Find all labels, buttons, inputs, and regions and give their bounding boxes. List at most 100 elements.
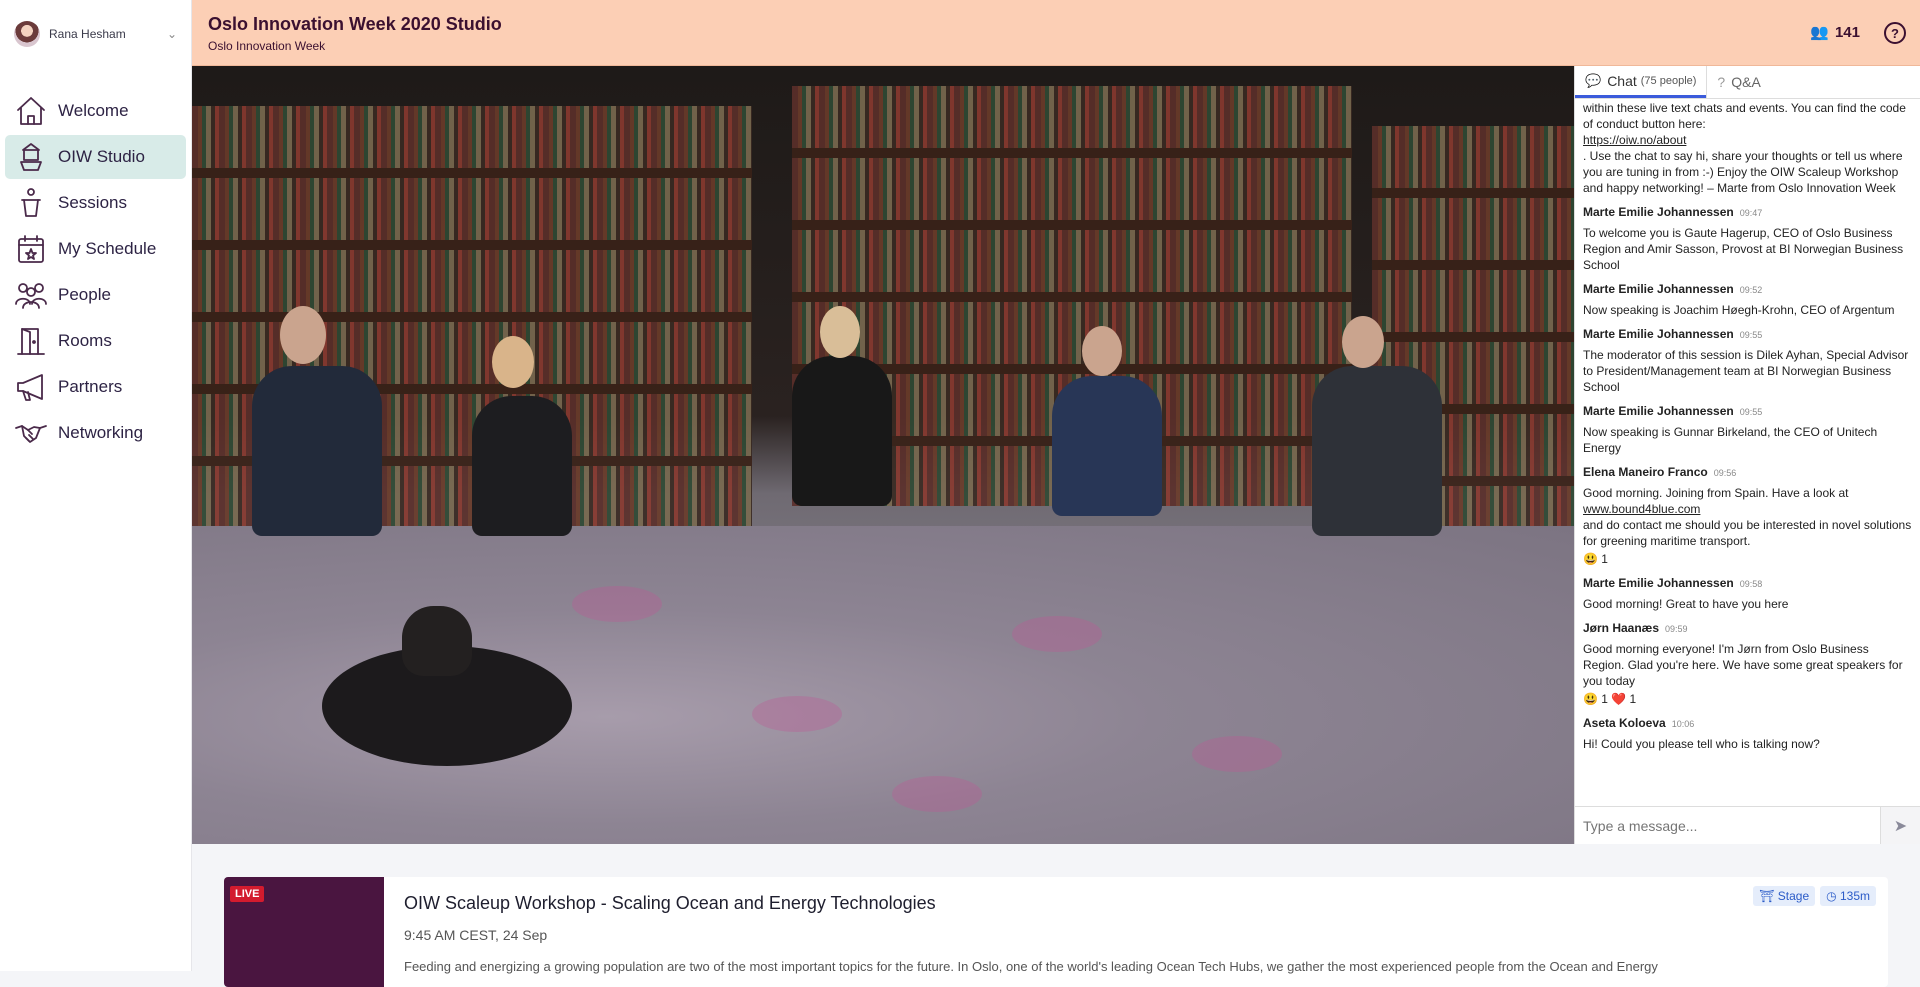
nav-item-people[interactable]: People xyxy=(5,273,186,317)
message-text: and do contact me should you be interest… xyxy=(1583,518,1912,548)
message-text: Hi! Could you please tell who is talking… xyxy=(1583,737,1820,751)
megaphone-icon xyxy=(13,369,49,405)
attendee-count[interactable]: 👥 141 xyxy=(1810,23,1860,42)
handshake-icon xyxy=(13,415,49,451)
panelist xyxy=(1052,376,1162,516)
avatar xyxy=(14,20,40,47)
event-header: Oslo Innovation Week 2020 Studio Oslo In… xyxy=(192,0,1920,66)
chat-panel: 💬 Chat (75 people) ? Q&A within these li… xyxy=(1574,66,1920,844)
live-badge: LIVE xyxy=(230,886,265,902)
session-time: 9:45 AM CEST, 24 Sep xyxy=(404,927,548,943)
nav-item-rooms[interactable]: Rooms xyxy=(5,319,186,363)
nav-item-sessions[interactable]: Sessions xyxy=(5,181,186,225)
stage-icon: ⛩ xyxy=(1759,889,1775,903)
people-icon xyxy=(13,277,49,313)
chat-message: Marte Emilie Johannessen 09:47 To welcome… xyxy=(1583,204,1912,273)
message-text: Now speaking is Gunnar Birkeland, the CE… xyxy=(1583,425,1878,455)
chat-messages[interactable]: within these live text chats and events.… xyxy=(1575,100,1920,800)
chevron-down-icon[interactable]: ⌄ xyxy=(167,27,177,41)
sidebar: Rana Hesham ⌄ Welcome OIW Studio Session… xyxy=(0,0,192,971)
main-nav: Welcome OIW Studio Sessions My Schedule … xyxy=(0,89,191,455)
page-subtitle: Oslo Innovation Week xyxy=(208,39,326,53)
message-text: Good morning everyone! I'm Jørn from Osl… xyxy=(1583,642,1903,688)
people-icon: 👥 xyxy=(1810,24,1829,41)
message-time: 09:47 xyxy=(1739,208,1763,218)
message-author[interactable]: Marte Emilie Johannessen xyxy=(1583,282,1734,296)
stage-badge: ⛩ Stage xyxy=(1753,886,1816,906)
chat-message: Marte Emilie Johannessen 09:52 Now speaki… xyxy=(1583,281,1912,318)
code-of-conduct-link[interactable]: https://oiw.no/about xyxy=(1583,133,1686,147)
tab-chat-label: Chat xyxy=(1607,72,1637,89)
message-time: 10:06 xyxy=(1671,719,1695,729)
nav-item-partners[interactable]: Partners xyxy=(5,365,186,409)
message-text: Now speaking is Joachim Høegh-Krohn, CEO… xyxy=(1583,303,1895,317)
message-time: 09:55 xyxy=(1739,330,1763,340)
message-author[interactable]: Marte Emilie Johannessen xyxy=(1583,404,1734,418)
panelist xyxy=(1312,366,1442,536)
message-link[interactable]: www.bound4blue.com xyxy=(1583,502,1700,516)
video-player[interactable] xyxy=(192,66,1574,844)
message-text: To welcome you is Gaute Hagerup, CEO of … xyxy=(1583,226,1904,272)
chat-message: Marte Emilie Johannessen 09:58 Good morni… xyxy=(1583,575,1912,612)
help-icon[interactable]: ? xyxy=(1884,22,1906,44)
message-text: Good morning! Great to have you here xyxy=(1583,597,1789,611)
page-title: Oslo Innovation Week 2020 Studio xyxy=(208,14,502,34)
chat-message-input[interactable] xyxy=(1575,807,1880,844)
podium-icon xyxy=(13,185,49,221)
message-text: Good morning. Joining from Spain. Have a… xyxy=(1583,486,1849,500)
chat-message: Marte Emilie Johannessen 09:55 Now speaki… xyxy=(1583,403,1912,456)
nav-item-welcome[interactable]: Welcome xyxy=(5,89,186,133)
nav-item-my-schedule[interactable]: My Schedule xyxy=(5,227,186,271)
door-icon xyxy=(13,323,49,359)
message-reaction[interactable]: 😃 1 xyxy=(1583,551,1912,567)
chat-composer: ➤ xyxy=(1575,806,1920,844)
panelist xyxy=(472,396,572,536)
message-time: 09:58 xyxy=(1739,579,1763,589)
tab-chat-count: (75 people) xyxy=(1640,74,1697,87)
message-author[interactable]: Jørn Haanæs xyxy=(1583,621,1659,635)
message-time: 09:56 xyxy=(1713,468,1737,478)
message-time: 09:59 xyxy=(1665,624,1688,634)
question-icon: ? xyxy=(1717,74,1726,90)
calendar-icon xyxy=(13,231,49,267)
message-time: 09:55 xyxy=(1739,407,1763,417)
send-icon[interactable]: ➤ xyxy=(1880,807,1920,844)
tab-chat[interactable]: 💬 Chat (75 people) xyxy=(1575,66,1707,98)
nav-item-oiw-studio[interactable]: OIW Studio xyxy=(5,135,186,179)
nav-item-networking[interactable]: Networking xyxy=(5,411,186,455)
nav-label: Sessions xyxy=(58,193,127,212)
home-icon xyxy=(13,93,49,129)
nav-label: Networking xyxy=(58,423,144,442)
chat-message: Aseta Koloeva 10:06 Hi! Could you please … xyxy=(1583,715,1912,752)
chat-message: Elena Maneiro Franco 09:56 Good morning. … xyxy=(1583,464,1912,567)
message-author[interactable]: Marte Emilie Johannessen xyxy=(1583,327,1734,341)
chat-message: within these live text chats and events.… xyxy=(1583,100,1912,196)
session-badges: ⛩ Stage ◷ 135m xyxy=(1753,886,1876,906)
chat-message: Marte Emilie Johannessen 09:55 The modera… xyxy=(1583,326,1912,395)
nav-label: My Schedule xyxy=(58,239,157,258)
attendee-count-value: 141 xyxy=(1834,23,1860,41)
session-title[interactable]: OIW Scaleup Workshop - Scaling Ocean and… xyxy=(404,893,936,914)
stage-badge-label: Stage xyxy=(1777,889,1810,903)
nav-label: Rooms xyxy=(58,331,112,350)
nav-label: Partners xyxy=(58,377,123,396)
message-text: within these live text chats and events.… xyxy=(1583,101,1906,131)
stage-icon xyxy=(13,139,49,175)
duration-badge: ◷ 135m xyxy=(1820,886,1876,906)
user-name: Rana Hesham xyxy=(49,26,126,41)
clock-icon: ◷ xyxy=(1826,889,1837,903)
chat-tabs: 💬 Chat (75 people) ? Q&A xyxy=(1575,66,1920,99)
user-menu[interactable]: Rana Hesham ⌄ xyxy=(0,0,191,67)
message-text: The moderator of this session is Dilek A… xyxy=(1583,348,1909,394)
duration-badge-label: 135m xyxy=(1839,889,1870,903)
tab-qa-label: Q&A xyxy=(1731,74,1761,90)
message-reaction[interactable]: 😃 1 ❤️ 1 xyxy=(1583,691,1912,707)
message-author[interactable]: Aseta Koloeva xyxy=(1583,716,1666,730)
session-description: Feeding and energizing a growing populat… xyxy=(404,959,1658,974)
message-author[interactable]: Elena Maneiro Franco xyxy=(1583,465,1708,479)
message-author[interactable]: Marte Emilie Johannessen xyxy=(1583,576,1734,590)
message-author[interactable]: Marte Emilie Johannessen xyxy=(1583,205,1734,219)
tab-qa[interactable]: ? Q&A xyxy=(1706,66,1770,98)
message-time: 09:52 xyxy=(1739,285,1763,295)
panelist xyxy=(792,356,892,506)
